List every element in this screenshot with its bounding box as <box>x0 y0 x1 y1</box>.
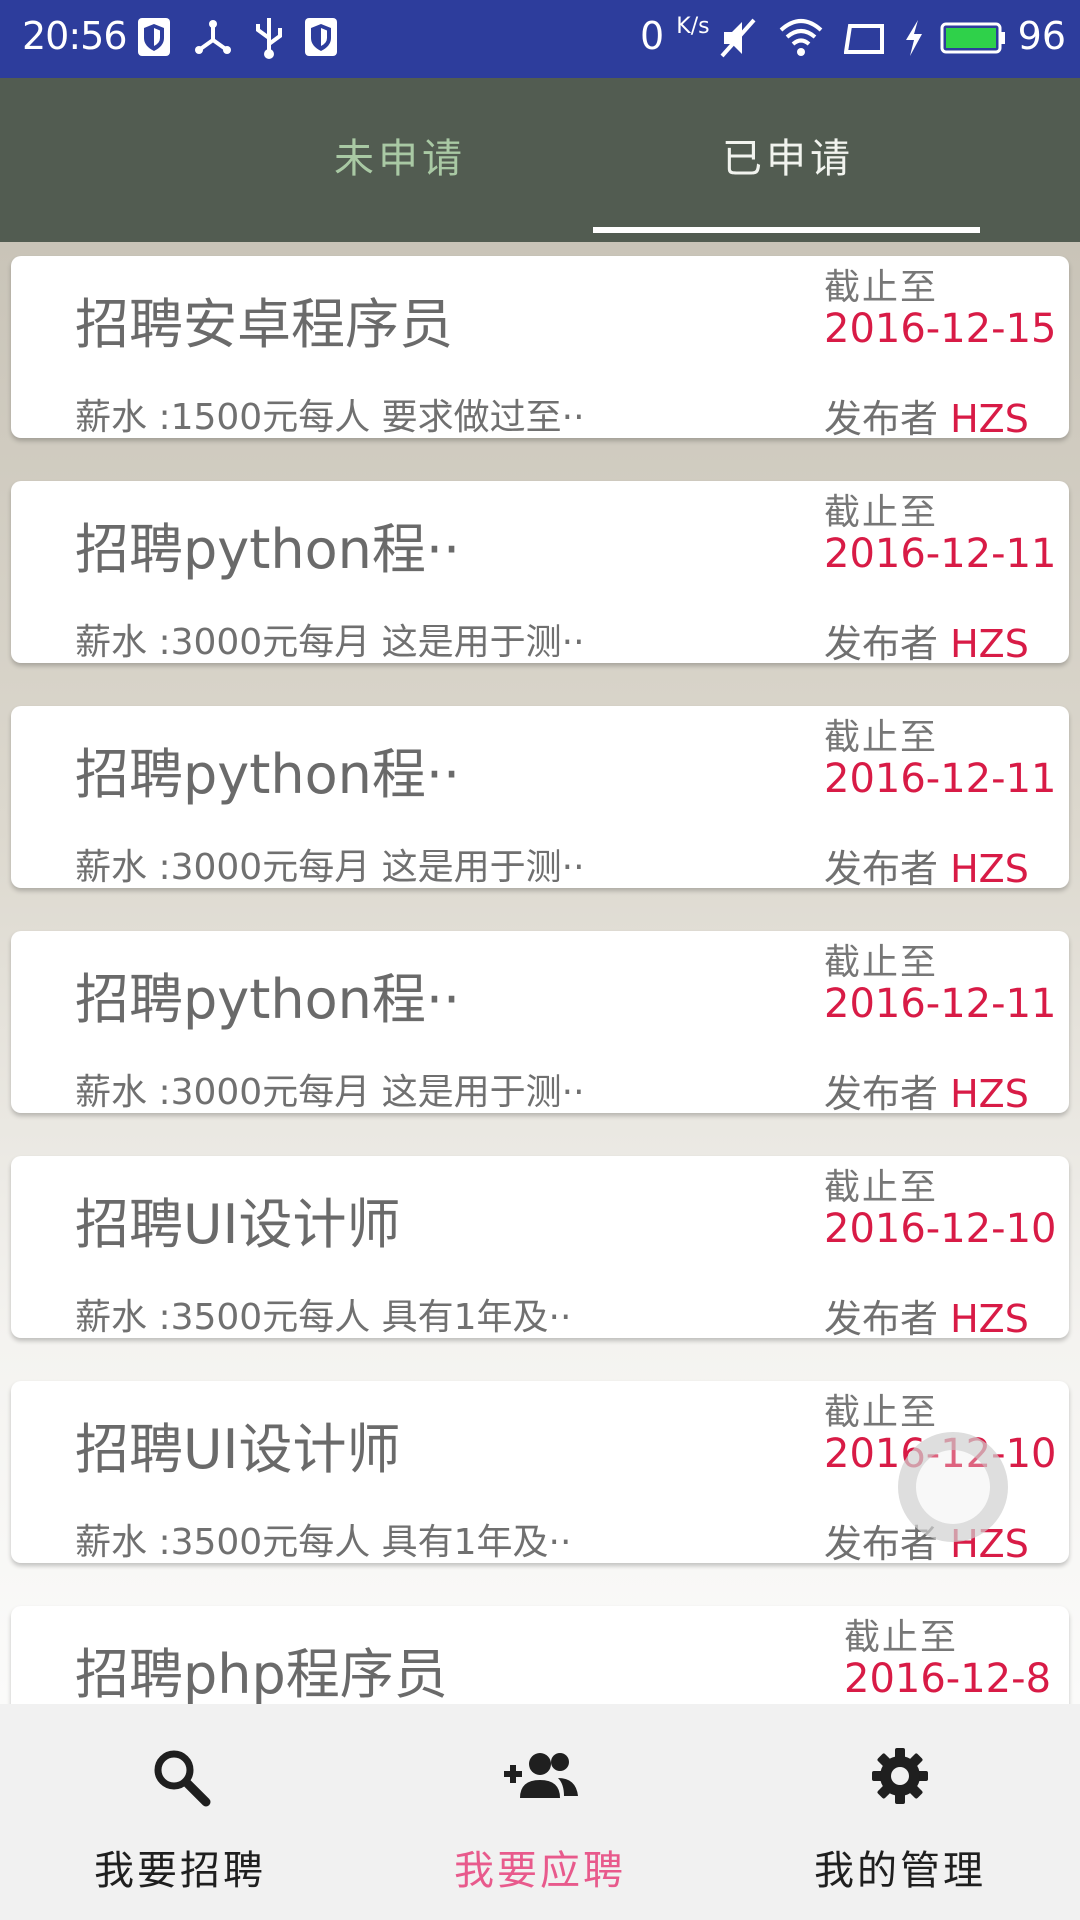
battery-percent: 96 <box>1017 14 1066 58</box>
nav-label: 我要招聘 <box>94 1848 266 1894</box>
publisher: 发布者 HZS <box>824 397 1029 441</box>
job-description: 薪水 :1500元每人 要求做过至·· <box>75 397 585 438</box>
tab-label: 已申请 <box>722 136 854 182</box>
job-card[interactable]: 招聘python程·· 薪水 :3000元每月 这是用于测·· 截止至 2016… <box>11 931 1069 1116</box>
deadline-date: 2016-12-8 <box>844 1656 1052 1702</box>
job-card[interactable]: 招聘php程序员 截止至 2016-12-8 <box>11 1606 1069 1704</box>
nav-apply[interactable]: 我要应聘 <box>360 1704 720 1920</box>
tab-unapplied[interactable]: 未申请 <box>205 78 595 242</box>
status-bar: 20:56 0 K/s 96 <box>0 0 1080 78</box>
gear-icon <box>872 1748 928 1804</box>
publisher-name: HZS <box>950 622 1029 666</box>
deadline-label: 截止至 <box>824 267 939 308</box>
usb-icon <box>256 18 282 59</box>
deadline-label: 截止至 <box>824 1392 939 1433</box>
job-title: 招聘安卓程序员 <box>75 293 453 356</box>
tab-applied[interactable]: 已申请 <box>593 78 983 242</box>
wifi-icon <box>779 19 823 56</box>
deadline-date: 2016-12-11 <box>824 756 1057 802</box>
deadline-date: 2016-12-11 <box>824 531 1057 577</box>
job-card[interactable]: 招聘python程·· 薪水 :3000元每月 这是用于测·· 截止至 2016… <box>11 706 1069 891</box>
mute-icon <box>720 18 756 58</box>
nav-label: 我的管理 <box>814 1848 986 1894</box>
deadline-date: 2016-12-15 <box>824 306 1057 352</box>
deadline-label: 截止至 <box>824 717 939 758</box>
deadline-date: 2016-12-10 <box>824 1206 1057 1252</box>
job-title: 招聘python程·· <box>75 743 461 806</box>
usb-tree-icon <box>195 20 231 54</box>
floating-button[interactable] <box>898 1432 1008 1542</box>
status-time: 20:56 <box>22 14 128 58</box>
job-title: 招聘python程·· <box>75 518 461 581</box>
publisher-name: HZS <box>950 847 1029 891</box>
shield-icon <box>305 18 337 56</box>
deadline-label: 截止至 <box>824 492 939 533</box>
job-title: 招聘UI设计师 <box>75 1418 401 1481</box>
deadline-date: 2016-12-11 <box>824 981 1057 1027</box>
job-description: 薪水 :3000元每月 这是用于测·· <box>75 847 585 888</box>
shield-icon <box>138 18 170 56</box>
add-people-icon <box>504 1753 578 1798</box>
job-description: 薪水 :3000元每月 这是用于测·· <box>75 1072 585 1113</box>
job-card[interactable]: 招聘安卓程序员 薪水 :1500元每人 要求做过至·· 截止至 2016-12-… <box>11 256 1069 441</box>
publisher: 发布者 HZS <box>824 1297 1029 1341</box>
tab-indicator <box>593 227 980 233</box>
publisher: 发布者 HZS <box>824 1072 1029 1116</box>
job-description: 薪水 :3500元每人 具有1年及·· <box>75 1522 572 1563</box>
job-card[interactable]: 招聘python程·· 薪水 :3000元每月 这是用于测·· 截止至 2016… <box>11 481 1069 666</box>
battery-icon <box>940 22 1005 54</box>
job-card[interactable]: 招聘UI设计师 薪水 :3500元每人 具有1年及·· 截止至 2016-12-… <box>11 1156 1069 1341</box>
deadline-label: 截止至 <box>824 1167 939 1208</box>
search-icon <box>154 1750 211 1807</box>
nav-recruit[interactable]: 我要招聘 <box>0 1704 360 1920</box>
job-title: 招聘php程序员 <box>75 1643 448 1704</box>
job-description: 薪水 :3000元每月 这是用于测·· <box>75 622 585 663</box>
bottom-nav: 我要招聘 我要应聘 我的管理 <box>0 1704 1080 1920</box>
charging-icon <box>906 20 922 56</box>
publisher-name: HZS <box>950 1072 1029 1116</box>
screen-icon <box>844 24 884 54</box>
job-description: 薪水 :3500元每人 具有1年及·· <box>75 1297 572 1338</box>
network-speed: 0 K/s <box>640 14 710 58</box>
nav-manage[interactable]: 我的管理 <box>720 1704 1080 1920</box>
deadline-label: 截止至 <box>824 942 939 983</box>
publisher-name: HZS <box>950 397 1029 441</box>
job-title: 招聘python程·· <box>75 968 461 1031</box>
deadline-label: 截止至 <box>844 1617 959 1658</box>
tab-label: 未申请 <box>334 136 466 182</box>
publisher-name: HZS <box>950 1297 1029 1341</box>
top-tab-bar: 未申请 已申请 <box>0 78 1080 242</box>
publisher: 发布者 HZS <box>824 847 1029 891</box>
job-title: 招聘UI设计师 <box>75 1193 401 1256</box>
nav-label: 我要应聘 <box>454 1848 626 1894</box>
publisher: 发布者 HZS <box>824 622 1029 666</box>
